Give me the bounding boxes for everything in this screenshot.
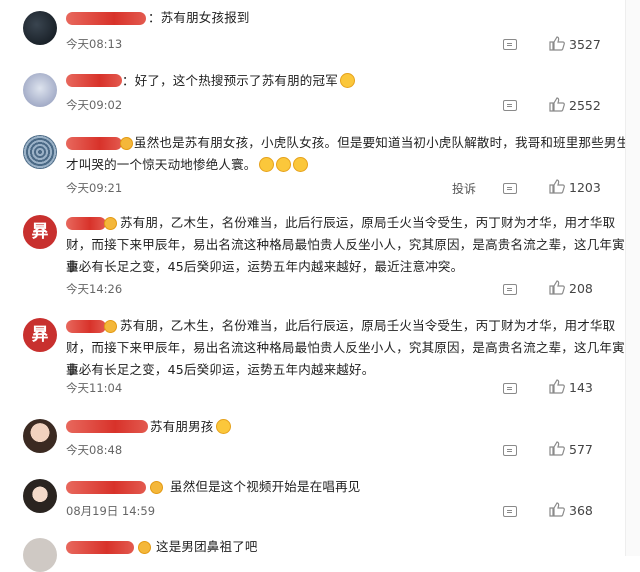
like-count: 1203: [569, 180, 601, 195]
avatar[interactable]: [23, 538, 57, 572]
username-redacted: [66, 420, 148, 433]
thumbs-up-icon[interactable]: [549, 36, 565, 51]
comment-text: 苏有朋男孩: [150, 416, 231, 438]
avatar[interactable]: [23, 73, 57, 107]
comment-time: 今天09:21: [66, 181, 123, 195]
like-count: 368: [569, 503, 593, 518]
username-redacted: [66, 320, 106, 333]
vip-badge-icon: [150, 481, 163, 494]
comment-time: 今天14:26: [66, 282, 123, 296]
report-link[interactable]: 投诉: [452, 180, 476, 197]
thumbs-up-icon[interactable]: [549, 280, 565, 295]
like-count: 3527: [569, 37, 601, 52]
scrollbar[interactable]: [625, 0, 640, 556]
thumbs-up-icon[interactable]: [549, 97, 565, 112]
laugh-emoji-icon: [339, 73, 355, 88]
comment-text: 业必有长足之变，45后癸卯运，运势五年内越来越好，最近注意冲突。: [66, 259, 464, 274]
avatar[interactable]: [23, 419, 57, 453]
username-redacted: [66, 481, 146, 494]
laugh-emoji-icon: [275, 157, 291, 172]
username-redacted: [66, 12, 146, 25]
comment-text: 苏有朋，乙木生，名份难当，此后行辰运，原局壬火当令受生，丙丁财为才华，用才华取: [120, 215, 616, 230]
username-redacted: [66, 217, 106, 230]
comment-text: 虽然也是苏有朋女孩，小虎队女孩。但是要知道当初小虎队解散时，我哥和班里那些男生: [134, 135, 630, 150]
avatar[interactable]: [23, 135, 57, 169]
comment-text: 业必有长足之变，45后癸卯运，运势五年内越来越好。: [66, 362, 375, 377]
vip-badge-icon: [104, 320, 117, 333]
like-count: 2552: [569, 98, 601, 113]
comment-text: 苏有朋，乙木生，名份难当，此后行辰运，原局壬火当令受生，丙丁财为才华，用才华取: [120, 318, 616, 333]
thumbs-up-icon[interactable]: [549, 179, 565, 194]
reply-icon[interactable]: [503, 506, 517, 517]
like-count: 577: [569, 442, 593, 457]
reply-icon[interactable]: [503, 100, 517, 111]
comment-text: 这是男团鼻祖了吧: [156, 539, 258, 554]
comment-text: ：好了，这个热搜预示了苏有朋的冠军: [122, 70, 355, 92]
like-count: 143: [569, 380, 593, 395]
vip-badge-icon: [104, 217, 117, 230]
username-redacted: [66, 137, 122, 150]
laugh-emoji-icon: [292, 157, 308, 172]
comment-text: 虽然但是这个视频开始是在唱再见: [170, 479, 361, 494]
comment-time: 今天08:48: [66, 443, 123, 457]
thumbs-up-icon[interactable]: [549, 441, 565, 456]
avatar[interactable]: [23, 479, 57, 513]
avatar[interactable]: 昪: [23, 318, 57, 352]
reply-icon[interactable]: [503, 39, 517, 50]
comment-text: 才叫哭的一个惊天动地惨绝人寰。: [66, 154, 308, 176]
laugh-emoji-icon: [258, 157, 274, 172]
comment-time: 08月19日 14:59: [66, 504, 156, 518]
avatar[interactable]: 昪: [23, 215, 57, 249]
username-redacted: [66, 541, 134, 554]
thumbs-up-icon[interactable]: [549, 379, 565, 394]
reply-icon[interactable]: [503, 183, 517, 194]
comment-time: 今天11:04: [66, 381, 123, 395]
reply-icon[interactable]: [503, 284, 517, 295]
vip-badge-icon: [138, 541, 151, 554]
comment-time: 今天09:02: [66, 98, 123, 112]
comment-text: ：苏有朋女孩报到: [148, 10, 250, 25]
username-redacted: [66, 74, 122, 87]
vip-badge-icon: [120, 137, 133, 150]
laugh-emoji-icon: [215, 419, 231, 434]
avatar[interactable]: [23, 11, 57, 45]
reply-icon[interactable]: [503, 445, 517, 456]
thumbs-up-icon[interactable]: [549, 502, 565, 517]
reply-icon[interactable]: [503, 383, 517, 394]
like-count: 208: [569, 281, 593, 296]
comment-time: 今天08:13: [66, 37, 123, 51]
